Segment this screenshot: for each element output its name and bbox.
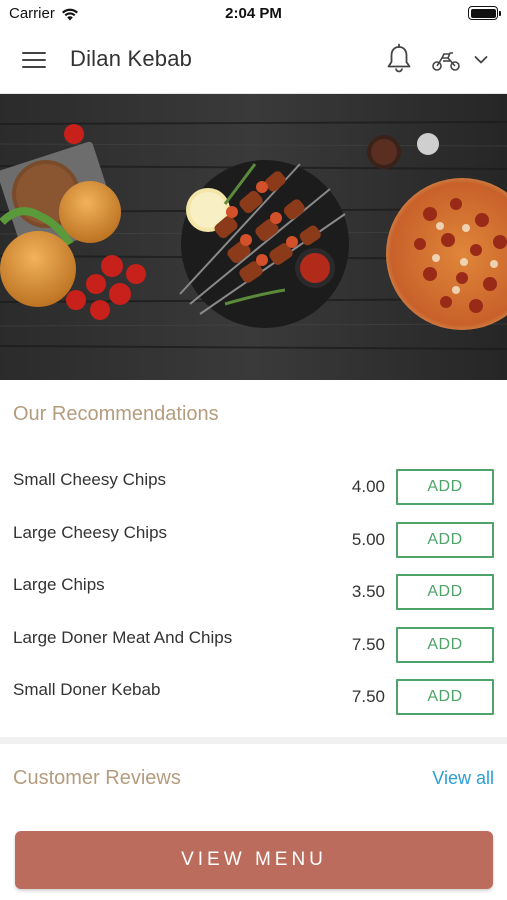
view-menu-button[interactable]: VIEW MENU bbox=[15, 831, 493, 889]
battery-icon bbox=[468, 6, 501, 20]
item-price: 7.50 bbox=[351, 687, 385, 706]
item-price: 7.50 bbox=[351, 634, 385, 654]
item-name: Large Doner Meat And Chips bbox=[13, 627, 233, 647]
delivery-mode-selector[interactable] bbox=[430, 44, 494, 76]
hamburger-icon[interactable] bbox=[20, 49, 50, 73]
list-item: Large Chips 3.50 ADD bbox=[0, 565, 507, 618]
add-button[interactable]: ADD bbox=[396, 469, 494, 505]
chevron-down-icon bbox=[474, 56, 488, 64]
reviews-title: Customer Reviews bbox=[13, 767, 181, 789]
status-bar: Carrier 2:04 PM bbox=[0, 0, 507, 28]
food-banner-image bbox=[0, 94, 507, 380]
recommendations-list: Small Cheesy Chips 4.00 ADD Large Cheesy… bbox=[0, 460, 507, 723]
view-all-link[interactable]: View all bbox=[432, 768, 494, 789]
app-header: Dilan Kebab bbox=[0, 28, 507, 94]
page-title: Dilan Kebab bbox=[70, 46, 193, 71]
item-name: Large Chips bbox=[13, 575, 105, 594]
add-button[interactable]: ADD bbox=[396, 521, 494, 558]
add-button[interactable]: ADD bbox=[396, 679, 494, 715]
list-item: Small Doner Kebab 7.50 ADD bbox=[0, 670, 507, 723]
item-price: 3.50 bbox=[351, 582, 385, 601]
item-name: Large Cheesy Chips bbox=[13, 522, 168, 542]
hero-banner bbox=[0, 94, 507, 380]
list-item: Large Cheesy Chips 5.00 ADD bbox=[0, 513, 507, 566]
item-name: Small Cheesy Chips bbox=[13, 470, 167, 489]
list-item: Small Cheesy Chips 4.00 ADD bbox=[0, 460, 507, 513]
item-name: Small Doner Kebab bbox=[13, 680, 161, 699]
battery-fill bbox=[470, 8, 496, 18]
add-button[interactable]: ADD bbox=[396, 574, 494, 610]
section-divider bbox=[0, 737, 507, 744]
scooter-icon bbox=[432, 52, 460, 71]
item-price: 5.00 bbox=[351, 529, 385, 549]
item-price: 4.00 bbox=[351, 477, 385, 496]
status-time: 2:04 PM bbox=[225, 5, 282, 22]
add-button[interactable]: ADD bbox=[396, 626, 494, 663]
bell-icon[interactable] bbox=[384, 42, 414, 76]
list-item: Large Doner Meat And Chips 7.50 ADD bbox=[0, 618, 507, 671]
recommendations-title: Our Recommendations bbox=[13, 403, 219, 425]
